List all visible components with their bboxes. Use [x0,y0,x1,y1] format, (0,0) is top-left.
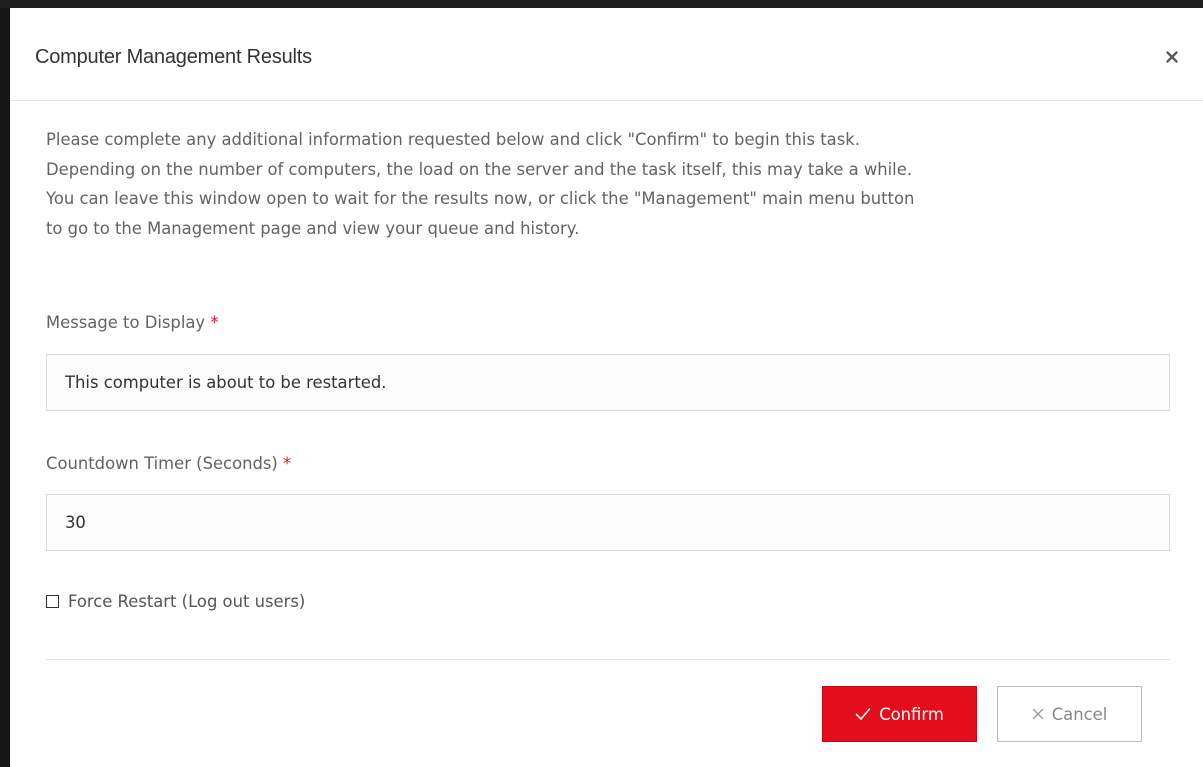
close-button[interactable] [1163,48,1181,66]
modal-header: Computer Management Results [10,8,1203,101]
intro-text: Please complete any additional informati… [46,125,1170,243]
required-marker: * [210,313,219,332]
force-restart-checkbox[interactable] [46,595,59,608]
confirm-label: Confirm [879,704,944,724]
intro-line: You can leave this window open to wait f… [46,189,915,208]
footer-divider [46,659,1170,660]
force-restart-label: Force Restart (Log out users) [68,592,306,611]
computer-management-modal: Computer Management Results Please compl… [10,8,1203,767]
cancel-button[interactable]: Cancel [997,686,1142,742]
close-icon [1166,51,1178,63]
required-marker: * [283,454,292,473]
x-icon [1032,708,1044,720]
countdown-label: Countdown Timer (Seconds) * [46,454,291,473]
message-label: Message to Display * [46,313,219,332]
countdown-label-text: Countdown Timer (Seconds) [46,454,278,473]
intro-line: Please complete any additional informati… [46,130,860,149]
force-restart-option[interactable]: Force Restart (Log out users) [46,592,305,611]
background-nav [0,0,1203,8]
modal-title: Computer Management Results [35,46,312,68]
intro-line: Depending on the number of computers, th… [46,159,913,179]
message-label-text: Message to Display [46,313,206,332]
confirm-button[interactable]: Confirm [822,686,977,742]
intro-line: to go to the Management page and view yo… [46,218,580,238]
countdown-input[interactable] [46,494,1170,551]
message-input[interactable] [46,354,1170,411]
cancel-label: Cancel [1051,704,1108,724]
check-icon [855,707,871,721]
